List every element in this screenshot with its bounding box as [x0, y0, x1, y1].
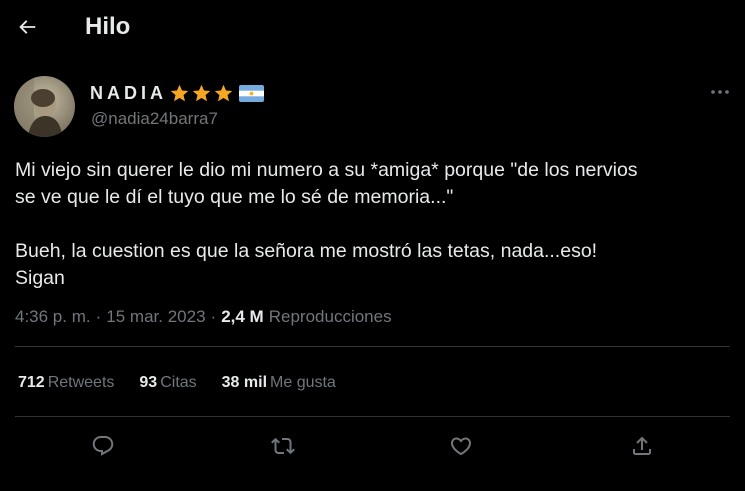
quotes-label: Citas [160, 374, 197, 391]
share-icon [633, 436, 651, 455]
likes-count: 38 mil [221, 374, 268, 391]
likes-label: Me gusta [270, 374, 336, 391]
argentina-flag-icon [239, 84, 264, 102]
star-icon [170, 84, 189, 101]
views-label[interactable]: Reproducciones [269, 307, 392, 327]
tweet-meta: 4:36 p. m. · 15 mar. 2023 · 2,4 M Reprod… [15, 307, 392, 327]
arrow-left-icon [19, 20, 36, 34]
heart-icon [450, 437, 472, 456]
tweet-text: Mi viejo sin querer le dio mi numero a s… [15, 157, 730, 292]
retweets-stat[interactable]: 712 Retweets [18, 374, 114, 392]
tweet-time[interactable]: 4:36 p. m. [15, 307, 91, 327]
reply-button[interactable] [85, 428, 121, 464]
tweet-date[interactable]: 15 mar. 2023 [106, 307, 205, 327]
retweet-button[interactable] [265, 428, 301, 464]
views-count[interactable]: 2,4 M [221, 307, 264, 327]
meta-separator: · [210, 307, 217, 326]
back-button[interactable] [10, 10, 44, 44]
author-handle[interactable]: @nadia24barra7 [91, 109, 218, 129]
top-bar: Hilo [0, 0, 745, 56]
more-options-button[interactable] [706, 82, 734, 102]
divider [15, 416, 730, 417]
retweet-icon [271, 437, 295, 455]
star-icon [214, 84, 233, 101]
meta-separator: · [95, 307, 102, 326]
engagement-stats: 712 Retweets 93 Citas 38 mil Me gusta [18, 374, 361, 392]
action-bar [0, 428, 745, 464]
author-display-name[interactable]: NADIA [90, 83, 167, 104]
reply-icon [92, 436, 114, 456]
page-title: Hilo [85, 13, 131, 40]
retweets-count: 712 [18, 374, 45, 391]
retweets-label: Retweets [47, 374, 115, 391]
avatar[interactable] [14, 76, 75, 137]
like-button[interactable] [443, 428, 479, 464]
author-name-row[interactable]: NADIA [90, 81, 264, 105]
likes-stat[interactable]: 38 mil Me gusta [222, 374, 336, 392]
star-emojis [169, 83, 235, 104]
share-button[interactable] [624, 428, 660, 464]
tweet-thread-page: Hilo NADIA @nadia24barra7 Mi viejo sin q… [0, 0, 745, 491]
quotes-stat[interactable]: 93 Citas [139, 374, 196, 392]
tweet-paragraph: Mi viejo sin querer le dio mi numero a s… [15, 159, 638, 208]
more-dots-icon [711, 90, 729, 94]
divider [15, 346, 730, 347]
star-icon [192, 84, 211, 101]
tweet-paragraph: Bueh, la cuestion es que la señora me mo… [15, 240, 598, 289]
quotes-count: 93 [139, 374, 158, 391]
